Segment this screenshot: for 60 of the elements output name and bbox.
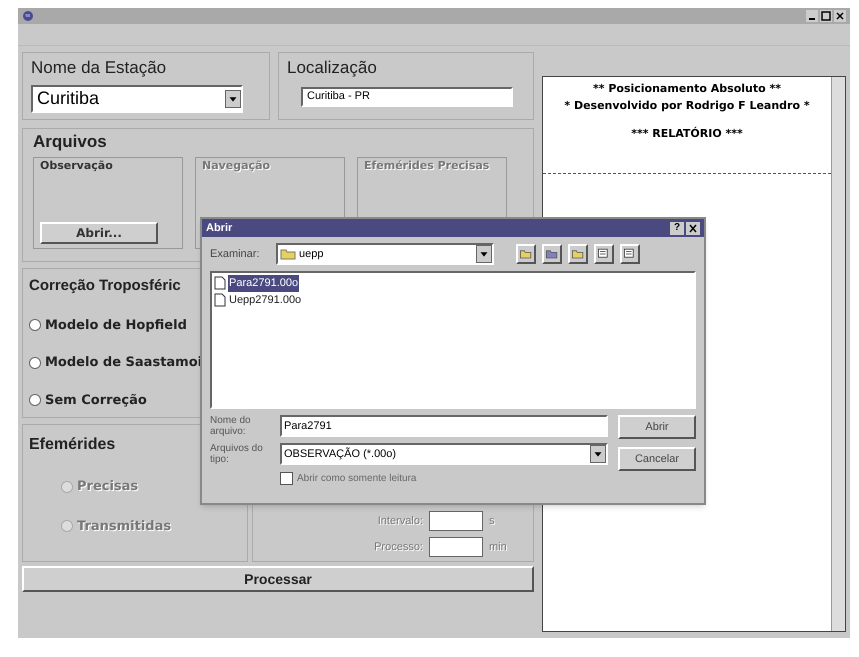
group-label: Observação [40, 158, 114, 174]
scrollbar[interactable] [831, 77, 845, 631]
setting-field[interactable] [429, 511, 483, 531]
process-button[interactable]: Processar [22, 566, 534, 592]
look-in-label: Examinar: [210, 246, 261, 262]
file-type-label: Arquivos do tipo: [210, 443, 264, 465]
radio-button[interactable] [29, 319, 41, 332]
radio-button[interactable] [29, 394, 41, 406]
radio-label: Precisas [77, 478, 138, 496]
setting-field[interactable] [429, 537, 483, 557]
file-item[interactable]: Para2791.00o [228, 275, 300, 292]
filename-field[interactable]: Para2791 [280, 415, 608, 437]
location-field[interactable]: Curitiba - PR [301, 86, 513, 106]
minimize-icon[interactable] [806, 10, 818, 22]
radio-button[interactable] [29, 356, 41, 369]
files-title: Arquivos [33, 131, 108, 153]
group-label: Navegação [202, 158, 272, 174]
station-dropdown[interactable]: Curitiba [31, 84, 243, 112]
file-type-dropdown[interactable]: OBSERVAÇÃO (*.00o) [280, 443, 608, 465]
file-icon [214, 292, 226, 307]
dialog-title: Abrir [206, 220, 232, 236]
unit-label: s [489, 514, 496, 529]
radio-label: Sem Correção [45, 392, 147, 410]
filename-label: Nome do arquivo: [210, 415, 252, 437]
close-icon[interactable] [834, 10, 846, 22]
folder-icon [280, 248, 296, 260]
report-line: * Desenvolvido por Rodrigo F Leandro * [564, 98, 810, 114]
details-view-icon[interactable] [620, 244, 640, 264]
close-icon[interactable] [686, 222, 700, 234]
station-label: Nome da Estação [31, 57, 168, 79]
folder-dropdown[interactable]: uepp [276, 243, 494, 265]
open-button[interactable]: Abrir... [40, 222, 158, 244]
setting-label: Processo: [374, 540, 423, 555]
cancel-button[interactable]: Cancelar [618, 447, 696, 471]
up-folder-icon[interactable] [516, 244, 536, 264]
radio-label: Modelo de Hopfield [45, 316, 187, 334]
report-line: *** RELATÓRIO *** [631, 126, 743, 142]
radio-label: Modelo de Saastamoi [45, 354, 202, 372]
report-line: ** Posicionamento Absoluto ** [592, 81, 781, 97]
new-folder-icon[interactable] [568, 244, 588, 264]
open-button[interactable]: Abrir [618, 415, 696, 439]
caret-icon[interactable] [225, 90, 241, 108]
unit-label: min [489, 540, 508, 555]
group-label: Efemérides Precisas [364, 158, 490, 174]
readonly-label: Abrir como somente leitura [297, 472, 416, 486]
help-button[interactable]: ? [670, 222, 684, 234]
caret-icon[interactable] [590, 445, 606, 463]
troposphere-title: Correção Troposféric [29, 276, 181, 296]
globe-icon [22, 10, 34, 22]
setting-label: Intervalo: [378, 514, 423, 529]
caret-icon[interactable] [476, 245, 492, 263]
radio-label: Transmitidas [77, 518, 172, 536]
maximize-icon[interactable] [820, 10, 832, 22]
file-item[interactable]: Uepp2791.00o [228, 292, 302, 308]
list-view-icon[interactable] [594, 244, 614, 264]
location-label: Localização [287, 57, 378, 79]
desktop-icon[interactable] [542, 244, 562, 264]
ephemerides-title: Efemérides [29, 435, 116, 455]
file-icon [214, 276, 226, 290]
readonly-checkbox[interactable] [280, 472, 293, 485]
